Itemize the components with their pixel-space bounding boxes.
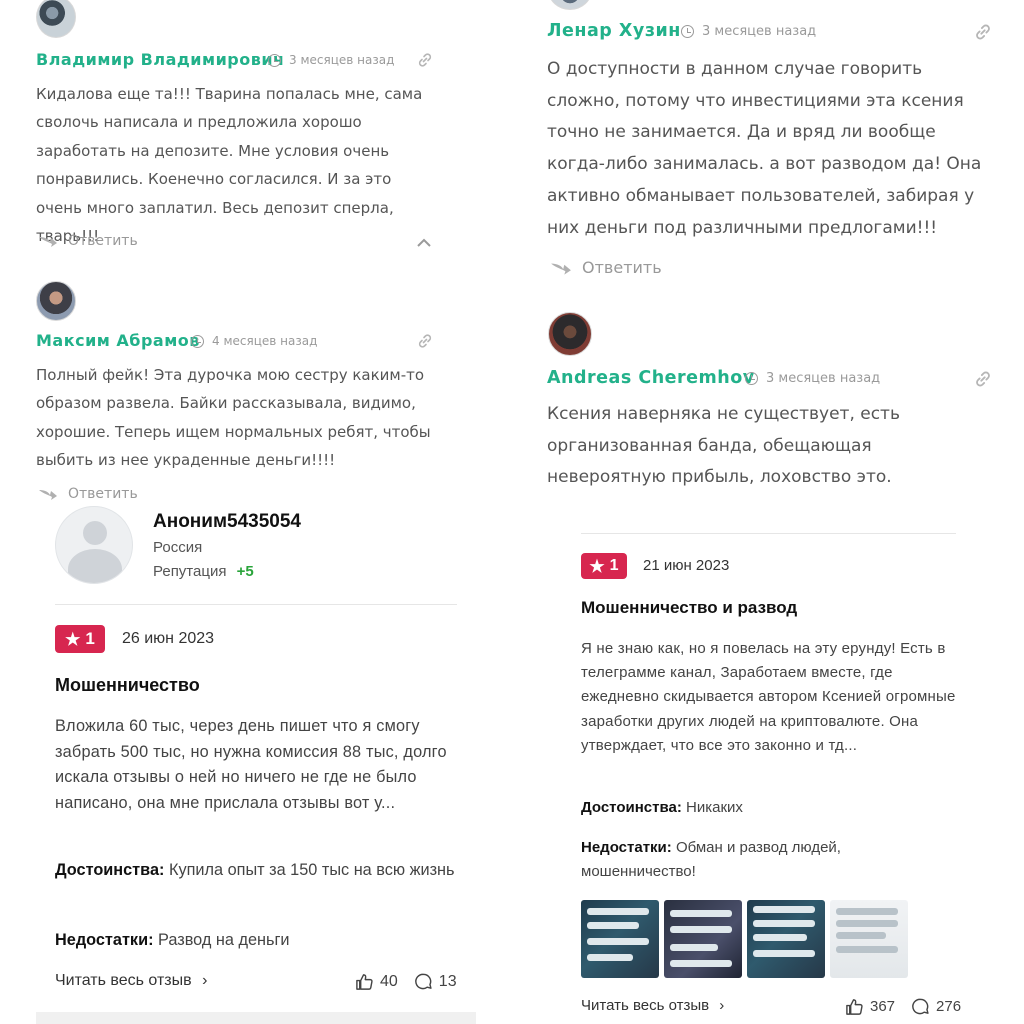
review-title[interactable]: Мошенничество и развод xyxy=(581,598,797,618)
likes-count: 40 xyxy=(380,972,398,990)
read-full-review-link[interactable]: Читать весь отзыв › xyxy=(55,972,207,990)
review-photo[interactable] xyxy=(747,900,825,978)
comment-time: 3 месяцев назад xyxy=(745,371,880,386)
review-cons: Недостатки: Развод на деньги xyxy=(55,928,460,954)
link-icon[interactable] xyxy=(974,370,992,388)
divider xyxy=(581,533,956,534)
comment-author[interactable]: Максим Абрамов xyxy=(36,331,200,350)
review-photos xyxy=(581,900,908,978)
review-pros: Достоинства: Никаких xyxy=(581,796,966,820)
comment-icon[interactable] xyxy=(414,972,433,991)
clock-icon xyxy=(268,53,281,67)
review-reputation: Репутация +5 xyxy=(153,563,254,580)
thumbs-up-icon[interactable] xyxy=(355,972,374,991)
reply-button[interactable]: Ответить xyxy=(550,258,662,277)
rating-value: 1 xyxy=(85,629,95,648)
comments-count: 276 xyxy=(936,998,962,1015)
pros-label: Достоинства: xyxy=(55,861,165,879)
review-date: 26 июн 2023 xyxy=(122,630,215,647)
avatar[interactable] xyxy=(36,0,76,38)
link-icon[interactable] xyxy=(417,333,433,349)
user-placeholder-icon xyxy=(83,521,107,545)
cons-label: Недостатки: xyxy=(55,931,154,949)
rating-value: 1 xyxy=(609,557,619,574)
reply-arrow-icon xyxy=(551,263,571,275)
likes-count: 367 xyxy=(870,998,896,1015)
link-icon[interactable] xyxy=(974,23,992,41)
avatar[interactable] xyxy=(36,281,76,321)
chevron-right-icon: › xyxy=(719,997,725,1014)
comment-time-text: 4 месяцев назад xyxy=(212,334,318,348)
cons-label: Недостатки: xyxy=(581,839,672,856)
comment-text: Ксения наверняка не существует, есть орг… xyxy=(547,404,900,488)
divider xyxy=(55,604,457,605)
rating-badge: ★ 1 xyxy=(55,625,105,653)
comment-time: 3 месяцев назад xyxy=(681,24,816,39)
reply-button[interactable]: Ответить xyxy=(38,233,138,249)
review-country: Россия xyxy=(153,539,203,556)
avatar[interactable] xyxy=(548,312,592,356)
comment-time-text: 3 месяцев назад xyxy=(766,371,881,386)
review-title[interactable]: Мошенничество xyxy=(55,675,200,696)
rating-badge: ★ 1 xyxy=(581,553,627,579)
comments-count: 13 xyxy=(438,972,457,990)
comment-text: Кидалова еще та!!! Тварина попалась мне,… xyxy=(36,85,423,246)
reply-button[interactable]: Ответить xyxy=(38,486,138,502)
chevron-right-icon: › xyxy=(202,972,208,989)
comment-author[interactable]: Ленар Хузин xyxy=(547,21,681,41)
review-cons: Недостатки: Обман и развод людей, мошенн… xyxy=(581,836,881,884)
reply-label: Ответить xyxy=(582,258,662,277)
pros-label: Достоинства: xyxy=(581,799,682,816)
cons-text: Развод на деньги xyxy=(158,931,290,949)
clock-icon xyxy=(191,334,204,348)
review-date: 21 июн 2023 xyxy=(643,557,730,574)
comment-icon[interactable] xyxy=(911,997,930,1016)
comment-time: 4 месяцев назад xyxy=(191,334,317,348)
clock-icon xyxy=(681,25,694,38)
pros-text: Никаких xyxy=(686,799,743,816)
review-photo[interactable] xyxy=(830,900,908,978)
reply-arrow-icon xyxy=(39,237,57,247)
review-photo[interactable] xyxy=(581,900,659,978)
link-icon[interactable] xyxy=(417,52,433,68)
pros-text: Купила опыт за 150 тыс на всю жизнь xyxy=(168,861,455,879)
star-icon: ★ xyxy=(65,629,81,649)
review-stats: 40 13 xyxy=(355,972,457,991)
star-icon: ★ xyxy=(589,556,605,576)
review-body: Вложила 60 тыс, через день пишет что я с… xyxy=(55,717,447,812)
comment-author[interactable]: Andreas Cheremhov xyxy=(547,368,755,388)
read-full-review-link[interactable]: Читать весь отзыв › xyxy=(581,997,724,1014)
read-more-label: Читать весь отзыв xyxy=(581,997,710,1014)
footer-strip xyxy=(36,1012,476,1024)
comment-time-text: 3 месяцев назад xyxy=(289,53,395,67)
reply-label: Ответить xyxy=(68,233,138,249)
user-avatar[interactable] xyxy=(55,506,133,584)
chevron-up-icon[interactable] xyxy=(416,238,432,248)
comment-author[interactable]: Владимир Владимирович xyxy=(36,50,285,69)
review-username[interactable]: Аноним5435054 xyxy=(153,511,301,533)
review-pros: Достоинства: Купила опыт за 150 тыс на в… xyxy=(55,858,460,884)
comment-text: Полный фейк! Эта дурочка мою сестру каки… xyxy=(36,366,431,470)
thumbs-up-icon[interactable] xyxy=(845,997,864,1016)
clock-icon xyxy=(745,372,758,385)
reputation-value: +5 xyxy=(236,563,254,580)
reply-label: Ответить xyxy=(68,486,138,502)
comment-time: 3 месяцев назад xyxy=(268,53,394,67)
review-photo[interactable] xyxy=(664,900,742,978)
review-body: Я не знаю как, но я повелась на эту ерун… xyxy=(581,640,956,754)
comment-time-text: 3 месяцев назад xyxy=(702,24,817,39)
avatar[interactable] xyxy=(548,0,592,10)
reply-arrow-icon xyxy=(39,490,57,500)
comment-text: О доступности в данном случае говорить с… xyxy=(547,59,982,238)
read-more-label: Читать весь отзыв xyxy=(55,972,192,989)
reputation-label: Репутация xyxy=(153,563,227,580)
review-stats: 367 276 xyxy=(845,997,961,1016)
